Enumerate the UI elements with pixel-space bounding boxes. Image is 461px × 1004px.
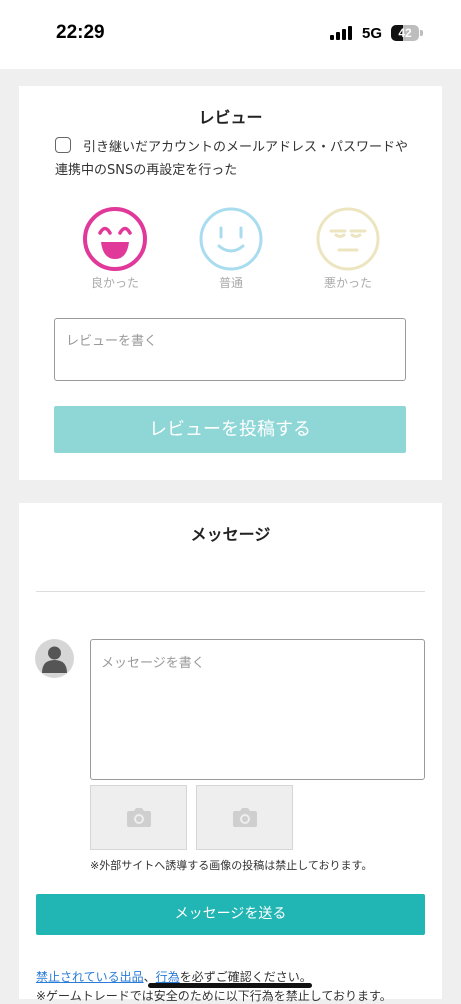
status-time: 22:29 — [56, 22, 105, 43]
neutral-face-icon[interactable] — [198, 206, 264, 272]
message-input[interactable]: メッセージを書く — [90, 639, 425, 780]
image-upload-slot-2[interactable] — [196, 785, 293, 850]
message-title: メッセージ — [190, 525, 271, 544]
link-separator: 、 — [143, 970, 156, 984]
image-notice: ※外部サイトへ誘導する画像の投稿は禁止しております。 — [90, 859, 373, 872]
prohibited-items-link[interactable]: 禁止されている出品 — [36, 970, 144, 984]
battery-cap — [420, 30, 423, 36]
message-input-placeholder: メッセージを書く — [101, 656, 205, 671]
camera-icon — [233, 808, 257, 827]
submit-review-button[interactable]: レビューを投稿する — [54, 406, 406, 453]
camera-icon — [127, 808, 151, 827]
review-input[interactable]: レビューを書く — [54, 318, 406, 381]
message-card: メッセージ メッセージを書く ※外部サイトへ誘導する画像の投稿は禁止しております… — [19, 503, 442, 1003]
good-face-icon[interactable] — [82, 206, 148, 272]
confirm-text: を必ずご確認ください。 — [179, 970, 312, 984]
bad-face-icon[interactable] — [315, 206, 381, 272]
good-rating-label[interactable]: 良かった — [70, 274, 160, 291]
bad-rating-label[interactable]: 悪かった — [303, 274, 393, 291]
account-reset-label[interactable]: 引き継いだアカウントのメールアドレス・パスワードや連携中のSNSの再設定を行った — [55, 136, 415, 182]
neutral-rating-label[interactable]: 普通 — [186, 274, 276, 291]
send-message-button[interactable]: メッセージを送る — [36, 894, 425, 935]
review-input-placeholder: レビューを書く — [66, 334, 158, 349]
home-indicator — [148, 983, 312, 988]
message-divider — [36, 591, 425, 592]
review-title: レビュー — [198, 108, 263, 127]
battery-level: 42 — [398, 26, 412, 40]
cellular-signal-icon — [330, 26, 352, 40]
rules-text: ※ゲームトレードでは安全のために以下行為を禁止しております。 — [36, 989, 392, 1003]
status-bar: 22:29 5G 42 — [0, 0, 461, 69]
user-avatar-icon — [42, 646, 67, 673]
review-card: レビュー 引き継いだアカウントのメールアドレス・パスワードや連携中のSNSの再設… — [19, 86, 442, 480]
prohibited-acts-link[interactable]: 行為 — [156, 970, 180, 984]
battery-icon: 42 — [391, 25, 419, 41]
avatar — [35, 639, 74, 678]
image-upload-slot-1[interactable] — [90, 785, 187, 850]
network-type: 5G — [362, 25, 383, 42]
